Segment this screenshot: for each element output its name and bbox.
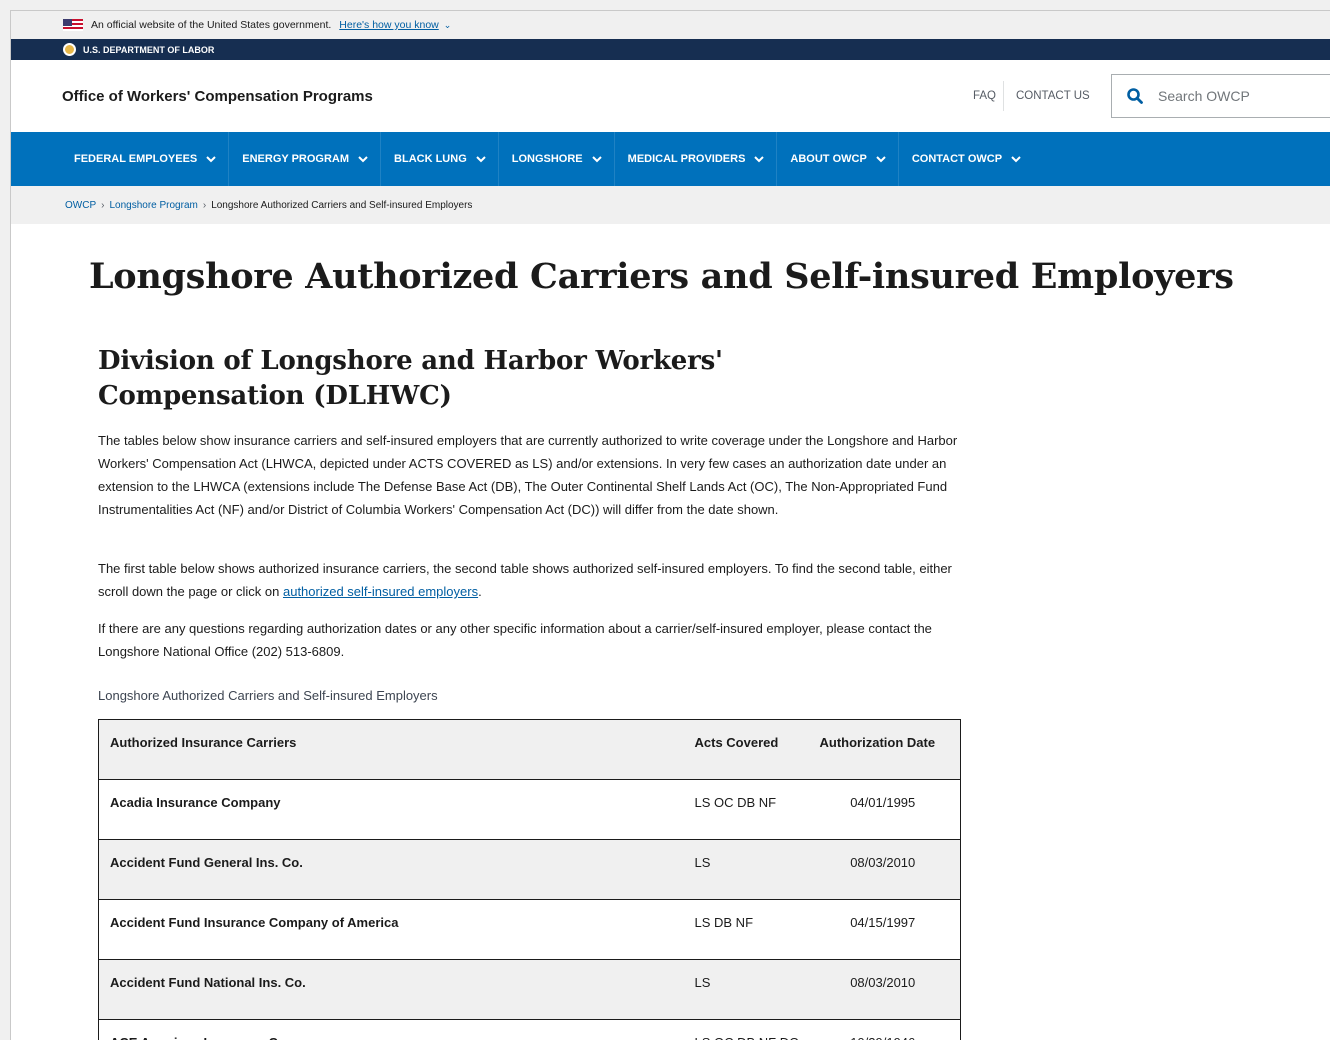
chevron-down-icon [876,155,886,162]
us-flag-icon [63,19,83,31]
nav-item-label: ABOUT OWCP [790,153,867,165]
nav-item-federal-employees[interactable]: FEDERAL EMPLOYEES [74,132,228,186]
column-header-carriers: Authorized Insurance Carriers [98,719,695,780]
nav-item-label: MEDICAL PROVIDERS [627,153,746,165]
authorization-date: 08/03/2010 [819,839,961,900]
table-row: Accident Fund Insurance Company of Ameri… [98,899,961,960]
contact-us-link[interactable]: CONTACT US [1016,90,1090,102]
chevron-down-icon [1011,155,1021,162]
table-header-row: Authorized Insurance Carriers Acts Cover… [98,719,961,780]
acts-covered: LS OC DB NF DC [694,1019,820,1040]
column-header-acts: Acts Covered [694,719,820,780]
carrier-name: Accident Fund National Ins. Co. [98,959,695,1020]
search-box[interactable] [1111,74,1330,118]
authorization-date: 10/29/1946 [819,1019,961,1040]
authorization-date: 04/01/1995 [819,779,961,840]
table-caption: Longshore Authorized Carriers and Self-i… [98,688,438,703]
acts-covered: LS DB NF [694,899,820,960]
search-input[interactable] [1158,88,1308,104]
agency-bar: U.S. DEPARTMENT OF LABOR [11,39,1330,60]
table-row: Accident Fund National Ins. Co. LS 08/03… [98,959,961,1020]
gov-banner-text: An official website of the United States… [91,19,332,31]
breadcrumb-separator-icon: › [202,199,207,211]
nav-item-label: BLACK LUNG [394,153,467,165]
chevron-down-icon [754,155,765,162]
chevron-down-icon[interactable]: ⌄ [444,20,452,31]
section-title: Division of Longshore and Harbor Workers… [98,346,723,411]
nav-item-medical-providers[interactable]: MEDICAL PROVIDERS [613,132,777,186]
contact-paragraph: If there are any questions regarding aut… [98,621,932,659]
chevron-down-icon [476,155,486,162]
nav-item-black-lung[interactable]: BLACK LUNG [380,132,498,186]
dol-seal-icon [63,43,76,56]
nav-item-longshore[interactable]: LONGSHORE [497,132,614,186]
site-header: Office of Workers' Compensation Programs… [11,60,1330,132]
chevron-down-icon [591,155,602,162]
acts-covered: LS [694,959,820,1020]
carrier-name: Accident Fund General Ins. Co. [98,839,695,900]
agency-name[interactable]: U.S. DEPARTMENT OF LABOR [83,45,214,55]
table-row: Acadia Insurance Company LS OC DB NF 04/… [98,779,961,840]
column-header-date: Authorization Date [819,719,961,780]
nav-item-about-owcp[interactable]: ABOUT OWCP [776,132,897,186]
faq-link[interactable]: FAQ [973,90,996,102]
gov-banner: An official website of the United States… [11,11,1330,39]
carrier-name: ACE American Insurance Company [98,1019,695,1040]
carrier-name: Accident Fund Insurance Company of Ameri… [98,899,695,960]
carrier-name: Acadia Insurance Company [98,779,695,840]
intro-paragraph: The tables below show insurance carriers… [98,433,958,517]
nav-item-energy-program[interactable]: ENERGY PROGRAM [228,132,380,186]
site-title[interactable]: Office of Workers' Compensation Programs [62,88,373,105]
nav-item-label: FEDERAL EMPLOYEES [74,153,198,165]
chevron-down-icon [206,155,216,162]
page-title: Longshore Authorized Carriers and Self-i… [89,256,1234,297]
header-divider [1003,81,1004,111]
nav-item-label: ENERGY PROGRAM [242,153,350,165]
authorization-date: 04/15/1997 [819,899,961,960]
carriers-table: Authorized Insurance Carriers Acts Cover… [98,719,961,1040]
breadcrumb: OWCP › Longshore Program › Longshore Aut… [11,186,1330,224]
breadcrumb-separator-icon: › [101,199,105,211]
nav-item-label: CONTACT OWCP [911,153,1003,165]
breadcrumb-longshore-program[interactable]: Longshore Program [109,200,197,211]
table-row: Accident Fund General Ins. Co. LS 08/03/… [98,839,961,900]
acts-covered: LS OC DB NF [694,779,820,840]
nav-item-label: LONGSHORE [511,153,583,165]
self-insured-employers-link[interactable]: authorized self-insured employers [283,584,478,599]
instructions-text: The first table below shows authorized i… [98,561,952,599]
table-row: ACE American Insurance Company LS OC DB … [98,1019,961,1040]
breadcrumb-current: Longshore Authorized Carriers and Self-i… [211,199,473,211]
authorization-date: 08/03/2010 [819,959,961,1020]
heres-how-you-know-link[interactable]: Here's how you know [339,19,438,31]
chevron-down-icon [358,155,368,162]
breadcrumb-owcp[interactable]: OWCP [65,200,96,211]
nav-item-contact-owcp[interactable]: CONTACT OWCP [897,132,1033,186]
main-nav: FEDERAL EMPLOYEES ENERGY PROGRAM BLACK L… [11,132,1330,186]
acts-covered: LS [694,839,820,900]
search-icon[interactable] [1126,87,1144,105]
instructions-end: . [478,584,482,599]
instructions-paragraph: The first table below shows authorized i… [98,557,968,603]
